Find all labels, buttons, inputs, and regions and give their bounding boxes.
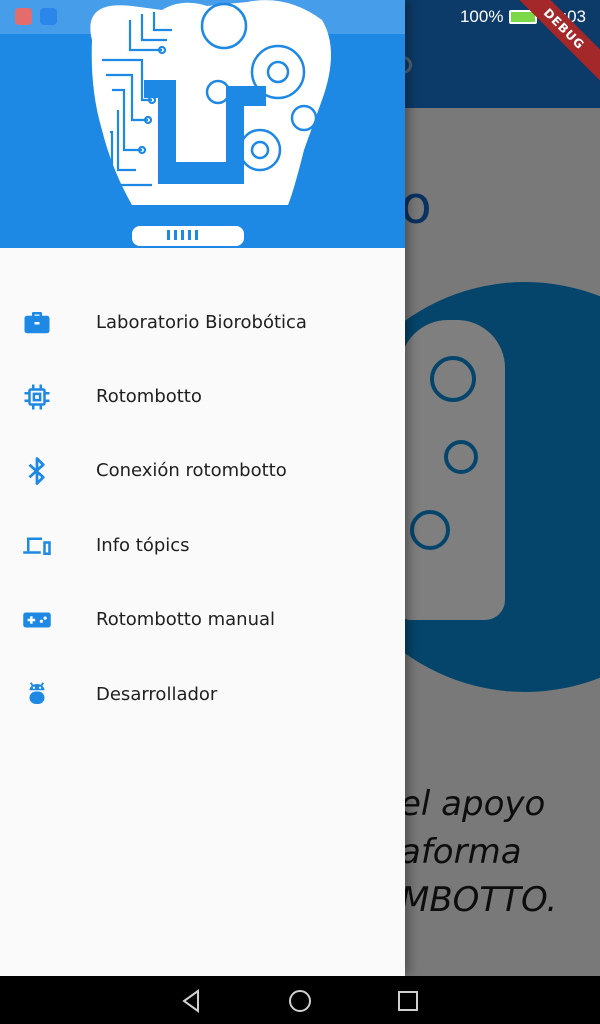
back-icon[interactable] <box>179 988 205 1014</box>
drawer-item-manual[interactable]: Rotombotto manual <box>0 583 405 657</box>
devices-icon <box>0 508 96 582</box>
drawer-item-info-topics[interactable]: Info tópics <box>0 508 405 582</box>
drawer-item-label: Conexión rotombotto <box>96 460 287 482</box>
drawer-item-label: Desarrollador <box>96 683 218 705</box>
notification-app-icon <box>15 8 32 25</box>
drawer-header <box>0 0 405 248</box>
battery-percent: 100% <box>459 7 504 26</box>
drawer-item-conexion[interactable]: Conexión rotombotto <box>0 434 405 508</box>
usb-icon <box>40 8 57 25</box>
system-navigation-bar <box>0 976 600 1024</box>
gamepad-icon <box>0 583 96 657</box>
status-bar: 100% 19:03 <box>0 0 600 34</box>
chip-icon <box>0 360 96 434</box>
home-icon[interactable] <box>287 988 313 1014</box>
status-notifications <box>15 8 57 25</box>
briefcase-icon <box>0 285 96 359</box>
drawer-item-label: Rotombotto <box>96 386 202 408</box>
recents-icon[interactable] <box>395 988 421 1014</box>
drawer-item-label: Laboratorio Biorobótica <box>96 311 307 333</box>
drawer-item-rotombotto[interactable]: Rotombotto <box>0 359 405 433</box>
drawer-item-desarrollador[interactable]: Desarrollador <box>0 657 405 731</box>
navigation-drawer: Laboratorio Biorobótica Rotombotto Conex… <box>0 0 405 976</box>
robot-head-logo-icon <box>90 0 331 246</box>
drawer-item-label: Rotombotto manual <box>96 609 276 631</box>
android-icon <box>0 657 96 731</box>
drawer-item-label: Info tópics <box>96 534 190 556</box>
drawer-item-laboratorio[interactable]: Laboratorio Biorobótica <box>0 285 405 359</box>
drawer-menu: Laboratorio Biorobótica Rotombotto Conex… <box>0 285 405 731</box>
bluetooth-icon <box>0 434 96 508</box>
